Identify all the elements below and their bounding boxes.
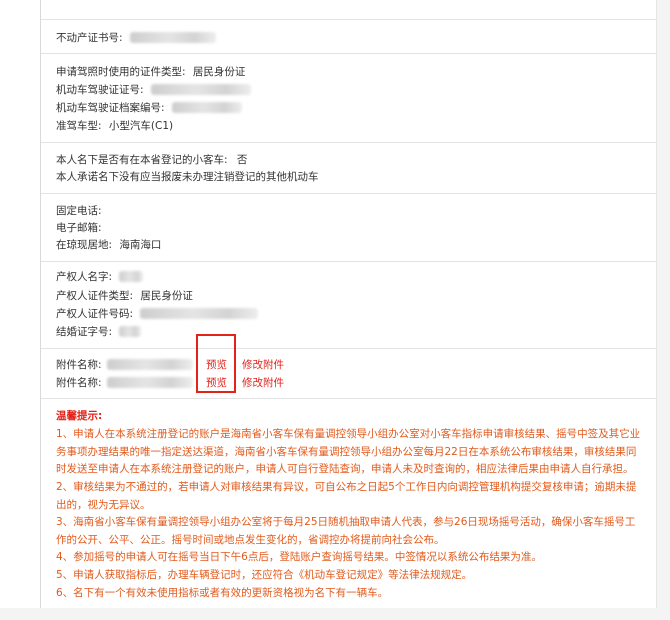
attachment-label: 附件名称: — [56, 377, 102, 389]
phone-row: 固定电话: — [56, 204, 102, 218]
vehicle-class-value: 小型汽车(C1) — [108, 120, 174, 132]
tip-item-6: 6、名下有一个有效未使用指标或者有效的更新资格视为名下有一辆车。 — [56, 587, 389, 599]
tip-item-3: 3、海南省小客车保有量调控领导小组办公室将于每月25日随机抽取申请人代表，参与2… — [56, 516, 636, 546]
license-archive-label: 机动车驾驶证档案编号: — [56, 102, 165, 114]
page-margin-left — [0, 0, 40, 608]
license-id-type-value: 居民身份证 — [192, 66, 246, 78]
tip-item-1: 1、申请人在本系统注册登记的账户是海南省小客车保有量调控领导小组办公室对小客车指… — [56, 428, 641, 475]
section-driver-license: 申请驾照时使用的证件类型: 居民身份证 机动车驾驶证证号: 机动车驾驶证档案编号… — [41, 53, 657, 143]
owner-id-number-row: 产权人证件号码: — [56, 307, 259, 321]
section-property-owner: 产权人名字: 产权人证件类型: 居民身份证 产权人证件号码: 结婚证字号: — [41, 261, 657, 349]
property-cert-value-redacted — [129, 32, 216, 43]
has-car-row: 本人名下是否有在本省登记的小客车: 否 — [56, 153, 247, 167]
residence-row: 在琼现居地: 海南海口 — [56, 238, 161, 252]
tip-item-2: 2、审核结果为不通过的，若申请人对审核结果有异议，可自公布之日起5个工作日内向调… — [56, 481, 637, 511]
license-archive-redacted — [171, 102, 242, 113]
phone-label: 固定电话: — [56, 205, 102, 217]
owner-name-redacted — [119, 271, 144, 282]
tip-item-4: 4、参加摇号的申请人可在摇号当日下午6点后，登陆账户查询摇号结果。中签情况以系统… — [56, 551, 542, 563]
owner-id-type-row: 产权人证件类型: 居民身份证 — [56, 289, 193, 303]
section-vehicle-ownership: 本人名下是否有在本省登记的小客车: 否 本人承诺名下没有应当报废未办理注销登记的… — [41, 142, 657, 194]
owner-name-label: 产权人名字: — [56, 271, 113, 283]
license-number-redacted — [150, 84, 251, 95]
license-number-label: 机动车驾驶证证号: — [56, 84, 144, 96]
tip-item-5: 5、申请人获取指标后，办理车辆登记时，还应符合《机动车登记规定》等法律法规规定。 — [56, 569, 473, 581]
license-archive-row: 机动车驾驶证档案编号: — [56, 101, 242, 115]
residence-value: 海南海口 — [119, 239, 162, 251]
marriage-cert-redacted — [119, 326, 142, 337]
attachment-row-1: 附件名称: — [56, 358, 193, 372]
owner-id-number-redacted — [140, 308, 259, 319]
owner-name-row: 产权人名字: — [56, 270, 144, 284]
residence-label: 在琼现居地: — [56, 239, 113, 251]
attachment-label: 附件名称: — [56, 359, 102, 371]
property-cert-row: 不动产证书号: — [56, 31, 216, 45]
vehicle-class-row: 准驾车型: 小型汽车(C1) — [56, 119, 173, 133]
section-tips: 温馨提示: 1、申请人在本系统注册登记的账户是海南省小客车保有量调控领导小组办公… — [41, 398, 657, 609]
attachment-modify-link[interactable]: 修改附件 — [242, 376, 284, 390]
owner-id-type-value: 居民身份证 — [140, 290, 193, 302]
attachment-filename-redacted — [106, 377, 193, 388]
has-car-label: 本人名下是否有在本省登记的小客车: — [56, 154, 228, 166]
license-number-row: 机动车驾驶证证号: — [56, 83, 251, 97]
section-contact: 固定电话: 电子邮箱: 在琼现居地: 海南海口 — [41, 193, 657, 262]
application-detail-panel: 不动产证书号: 申请驾照时使用的证件类型: 居民身份证 机动车驾驶证证号: 机动… — [40, 0, 658, 608]
section-property-certificate: 不动产证书号: — [41, 19, 657, 54]
vehicle-class-label: 准驾车型: — [56, 120, 102, 132]
pledge-text: 本人承诺名下没有应当报废未办理注销登记的其他机动车 — [56, 171, 319, 183]
marriage-cert-row: 结婚证字号: — [56, 325, 142, 339]
license-id-type-row: 申请驾照时使用的证件类型: 居民身份证 — [56, 65, 245, 79]
section-attachments: 附件名称: 预览 修改附件 附件名称: 预览 修改附件 — [41, 334, 657, 399]
attachment-filename-redacted — [106, 359, 193, 370]
vertical-scrollbar[interactable] — [656, 0, 670, 608]
email-label: 电子邮箱: — [56, 222, 102, 234]
page-bottom-strip — [0, 608, 670, 620]
license-id-type-label: 申请驾照时使用的证件类型: — [56, 66, 186, 78]
property-cert-label: 不动产证书号: — [56, 32, 123, 44]
attachment-modify-link[interactable]: 修改附件 — [242, 358, 284, 372]
has-car-value: 否 — [236, 154, 248, 166]
email-row: 电子邮箱: — [56, 221, 102, 235]
owner-id-type-label: 产权人证件类型: — [56, 290, 134, 302]
preview-highlight-box — [196, 334, 236, 393]
owner-id-number-label: 产权人证件号码: — [56, 308, 134, 320]
marriage-cert-label: 结婚证字号: — [56, 326, 113, 338]
tips-title: 温馨提示: — [56, 410, 103, 422]
attachment-row-2: 附件名称: — [56, 376, 193, 390]
